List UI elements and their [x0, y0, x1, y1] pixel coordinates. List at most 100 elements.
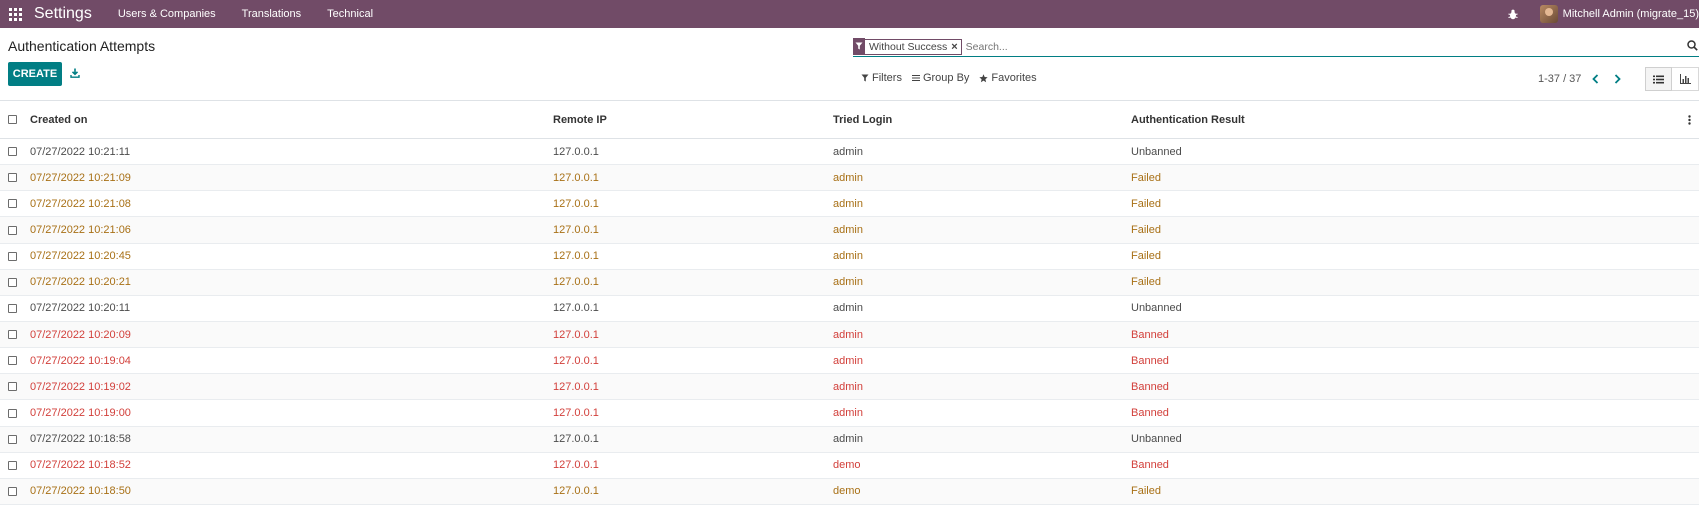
table-row[interactable]: 07/27/2022 10:21:08 127.0.0.1 admin Failed — [0, 190, 1699, 218]
cell-created-on: 07/27/2022 10:20:21 — [30, 269, 553, 296]
cell-authentication-result: Banned — [1131, 452, 1679, 479]
row-checkbox[interactable] — [0, 269, 30, 296]
menu-translations[interactable]: Translations — [242, 8, 302, 20]
cell-spacer — [1679, 269, 1699, 296]
cell-authentication-result: Banned — [1131, 373, 1679, 401]
page-title: Authentication Attempts — [8, 38, 156, 54]
cell-tried-login: admin — [833, 426, 1131, 453]
app-title[interactable]: Settings — [34, 5, 92, 23]
bug-icon[interactable] — [1506, 7, 1520, 21]
cell-remote-ip: 127.0.0.1 — [553, 269, 833, 296]
chevron-left-icon[interactable] — [1587, 72, 1603, 86]
column-header-tried-login[interactable]: Tried Login — [833, 101, 1131, 139]
cell-spacer — [1679, 164, 1699, 192]
row-checkbox[interactable] — [0, 452, 30, 479]
filters-toggle[interactable]: Filters — [861, 72, 902, 84]
table-row[interactable]: 07/27/2022 10:20:11 127.0.0.1 admin Unbanne… — [0, 295, 1699, 322]
cell-tried-login: admin — [833, 347, 1131, 375]
table-row[interactable]: 07/27/2022 10:20:21 127.0.0.1 admin Failed — [0, 269, 1699, 296]
cell-created-on: 07/27/2022 10:21:08 — [30, 190, 553, 218]
cell-created-on: 07/27/2022 10:18:58 — [30, 426, 553, 453]
optional-columns-icon[interactable] — [1679, 101, 1699, 138]
column-header-authentication-result[interactable]: Authentication Result — [1131, 101, 1679, 139]
navbar-systray: Mitchell Admin (migrate_15) — [1506, 0, 1699, 28]
cell-spacer — [1679, 321, 1699, 349]
search-icon[interactable] — [1687, 40, 1699, 52]
remove-icon[interactable]: × — [951, 41, 960, 53]
row-checkbox[interactable] — [0, 138, 30, 166]
bars-icon — [911, 74, 920, 82]
row-checkbox[interactable] — [0, 190, 30, 218]
row-checkbox[interactable] — [0, 216, 30, 244]
row-checkbox[interactable] — [0, 164, 30, 192]
cell-tried-login: demo — [833, 452, 1131, 479]
menu-users-companies[interactable]: Users & Companies — [118, 8, 216, 20]
apps-grid-icon[interactable] — [2, 0, 28, 28]
facet-value: Without Success — [869, 40, 948, 53]
pager-value[interactable]: 1-37 / 37 — [1538, 73, 1581, 85]
view-switcher — [1645, 67, 1699, 91]
search-options: Filters Group By Favorites — [861, 72, 1047, 84]
row-checkbox[interactable] — [0, 478, 30, 505]
row-checkbox[interactable] — [0, 399, 30, 427]
cell-tried-login: admin — [833, 190, 1131, 218]
cell-created-on: 07/27/2022 10:19:04 — [30, 347, 553, 375]
cell-remote-ip: 127.0.0.1 — [553, 243, 833, 270]
table-row[interactable]: 07/27/2022 10:20:09 127.0.0.1 admin Banned — [0, 321, 1699, 349]
favorites-toggle[interactable]: Favorites — [979, 72, 1037, 84]
main-navbar: Settings Users & Companies Translations … — [0, 0, 1699, 28]
row-checkbox[interactable] — [0, 426, 30, 453]
table-row[interactable]: 07/27/2022 10:18:58 127.0.0.1 admin Unbanne… — [0, 426, 1699, 453]
row-checkbox[interactable] — [0, 321, 30, 349]
row-checkbox[interactable] — [0, 347, 30, 375]
cell-tried-login: admin — [833, 138, 1131, 166]
row-checkbox[interactable] — [0, 373, 30, 401]
table-body: 07/27/2022 10:21:11 127.0.0.1 admin Unbanne… — [0, 138, 1699, 505]
table-row[interactable]: 07/27/2022 10:21:06 127.0.0.1 admin Failed — [0, 216, 1699, 244]
cell-remote-ip: 127.0.0.1 — [553, 164, 833, 192]
cell-authentication-result: Unbanned — [1131, 138, 1679, 166]
optional-columns-toggle[interactable] — [1679, 101, 1699, 139]
row-checkbox[interactable] — [0, 295, 30, 322]
table-row[interactable]: 07/27/2022 10:21:09 127.0.0.1 admin Failed — [0, 164, 1699, 192]
cell-spacer — [1679, 295, 1699, 322]
cell-spacer — [1679, 190, 1699, 218]
cell-remote-ip: 127.0.0.1 — [553, 347, 833, 375]
create-button[interactable]: CREATE — [8, 62, 62, 86]
cell-authentication-result: Banned — [1131, 347, 1679, 375]
table-row[interactable]: 07/27/2022 10:19:04 127.0.0.1 admin Banned — [0, 347, 1699, 375]
table-row[interactable]: 07/27/2022 10:19:00 127.0.0.1 admin Banned — [0, 399, 1699, 427]
cell-authentication-result: Failed — [1131, 190, 1679, 218]
search-input[interactable] — [965, 40, 1699, 53]
group-by-label: Group By — [922, 72, 970, 84]
cell-remote-ip: 127.0.0.1 — [553, 452, 833, 479]
cell-tried-login: admin — [833, 373, 1131, 401]
table-row[interactable]: 07/27/2022 10:21:11 127.0.0.1 admin Unbanne… — [0, 138, 1699, 166]
user-menu[interactable]: Mitchell Admin (migrate_15) — [1563, 8, 1699, 20]
download-icon[interactable] — [68, 66, 82, 80]
table-row[interactable]: 07/27/2022 10:18:50 127.0.0.1 demo Failed — [0, 478, 1699, 505]
cell-tried-login: admin — [833, 243, 1131, 270]
cell-remote-ip: 127.0.0.1 — [553, 426, 833, 453]
cell-authentication-result: Failed — [1131, 216, 1679, 244]
cell-remote-ip: 127.0.0.1 — [553, 216, 833, 244]
list-view-icon[interactable] — [1645, 67, 1672, 91]
group-by-toggle[interactable]: Group By — [911, 72, 970, 84]
column-header-remote-ip[interactable]: Remote IP — [553, 101, 833, 139]
cell-tried-login: admin — [833, 321, 1131, 349]
cell-spacer — [1679, 452, 1699, 479]
row-checkbox[interactable] — [0, 243, 30, 270]
user-avatar[interactable] — [1539, 5, 1558, 23]
table-row[interactable]: 07/27/2022 10:19:02 127.0.0.1 admin Banned — [0, 373, 1699, 401]
cell-authentication-result: Unbanned — [1131, 295, 1679, 322]
table-row[interactable]: 07/27/2022 10:20:45 127.0.0.1 admin Failed — [0, 243, 1699, 270]
menu-technical[interactable]: Technical — [327, 8, 373, 20]
cell-spacer — [1679, 138, 1699, 166]
select-all-checkbox[interactable] — [0, 101, 30, 139]
column-header-created-on[interactable]: Created on — [30, 101, 553, 139]
filter-icon — [853, 38, 865, 54]
cell-spacer — [1679, 478, 1699, 505]
chevron-right-icon[interactable] — [1609, 72, 1625, 86]
graph-view-icon[interactable] — [1672, 67, 1699, 91]
table-row[interactable]: 07/27/2022 10:18:52 127.0.0.1 demo Banned — [0, 452, 1699, 479]
